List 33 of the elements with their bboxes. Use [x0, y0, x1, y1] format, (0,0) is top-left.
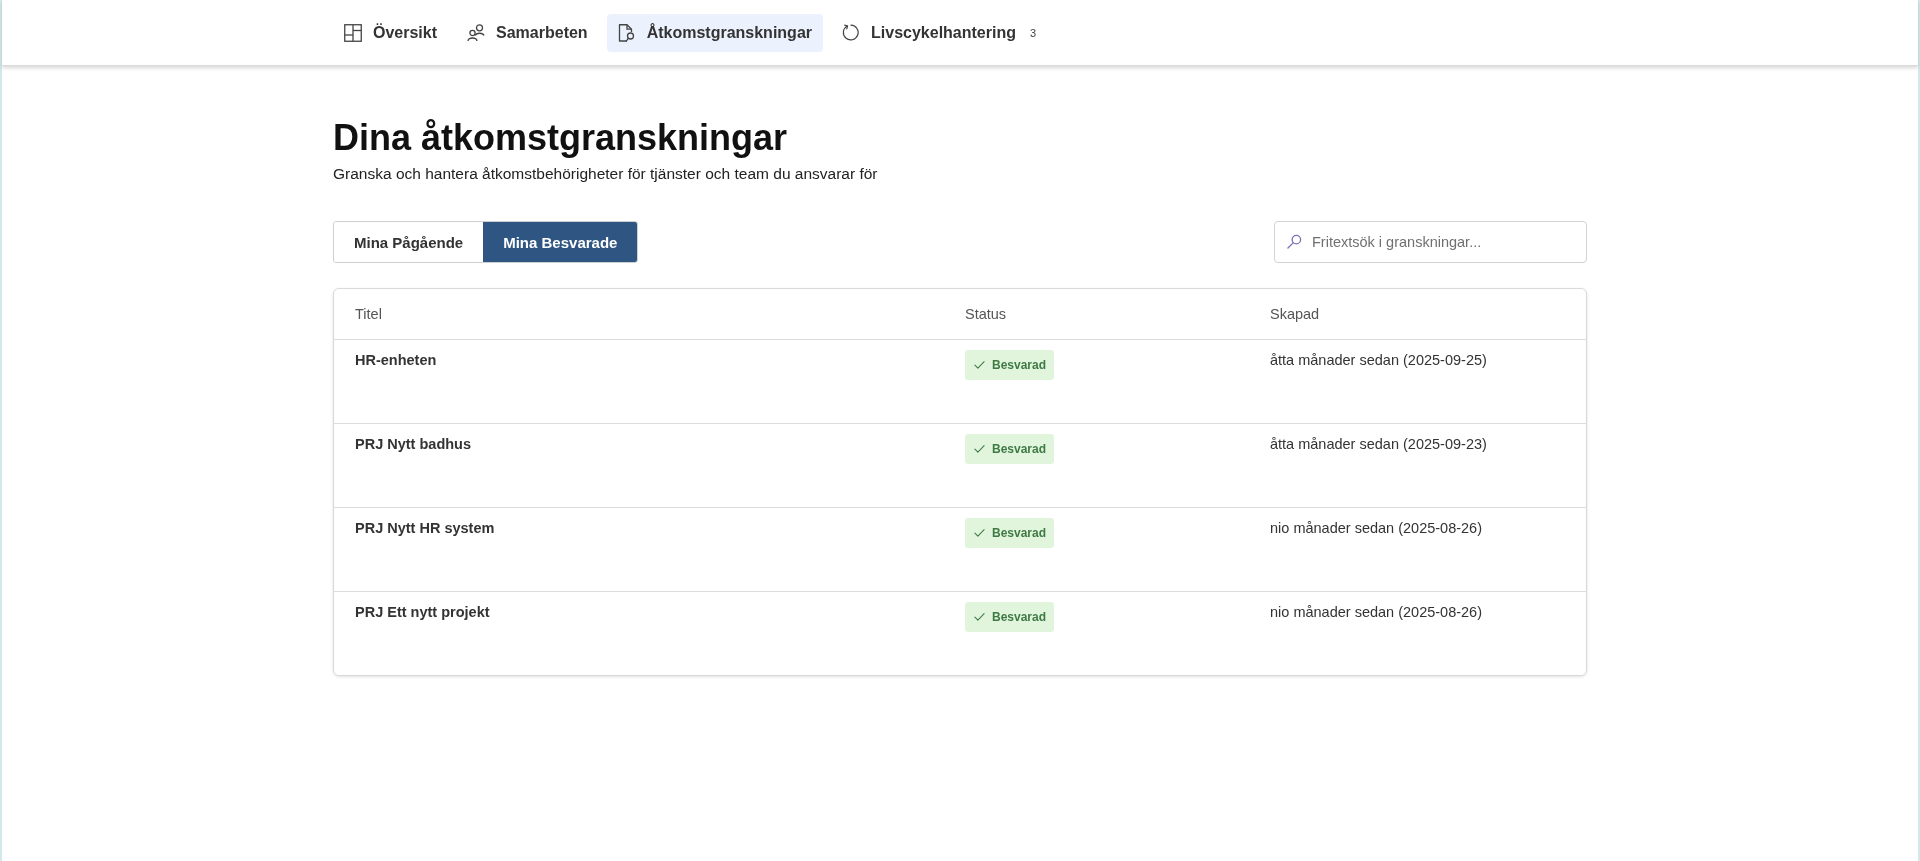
status-badge: Besvarad — [965, 518, 1055, 548]
table-cell-text: åtta månader sedan (2025-09-25) — [1270, 351, 1487, 370]
search-field[interactable]: Fritextsök i granskningar... — [1274, 221, 1587, 263]
page-title: Dina åtkomstgranskningar — [333, 116, 789, 160]
table-cell-text: nio månader sedan (2025-08-26) — [1270, 603, 1482, 622]
check-icon — [974, 529, 985, 537]
page-subtitle: Granska och hantera åtkomstbehörigheter för tjänster och team du ansvarar för — [333, 164, 879, 184]
table-cell-text: PRJ Nytt HR system — [355, 519, 495, 538]
check-icon — [974, 613, 985, 621]
check-icon — [974, 445, 985, 453]
table-cell-text: HR-enheten — [355, 351, 437, 370]
nav-tab[interactable]: Översikt — [333, 13, 449, 52]
nav-tab[interactable]: Åtkomstgranskningar — [606, 13, 823, 52]
status-badge: Besvarad — [965, 434, 1055, 464]
document-search-icon — [617, 23, 636, 42]
check-icon — [974, 361, 985, 369]
column-header: Skapad — [1270, 306, 1320, 322]
status-badge: Besvarad — [965, 602, 1055, 632]
refresh-icon — [842, 23, 860, 42]
search-icon — [1287, 234, 1302, 249]
column-header: Status — [965, 306, 1007, 322]
table-cell-text: PRJ Ett nytt projekt — [355, 603, 490, 622]
table-cell-text: PRJ Nytt badhus — [355, 435, 471, 454]
table-cell-text: åtta månader sedan (2025-09-23) — [1270, 435, 1487, 454]
column-header: Titel — [355, 306, 382, 322]
table-cell-text: nio månader sedan (2025-08-26) — [1270, 519, 1482, 538]
count-label: 3 — [1029, 26, 1037, 39]
filter-tab[interactable]: Mina Besvarade — [483, 222, 638, 262]
status-badge: Besvarad — [965, 350, 1055, 380]
nav-tab[interactable]: Samarbeten — [456, 13, 599, 52]
nav-tab[interactable]: Livscykelhantering 3 — [831, 13, 1048, 52]
people-icon — [467, 23, 486, 42]
grid-icon — [344, 23, 362, 42]
